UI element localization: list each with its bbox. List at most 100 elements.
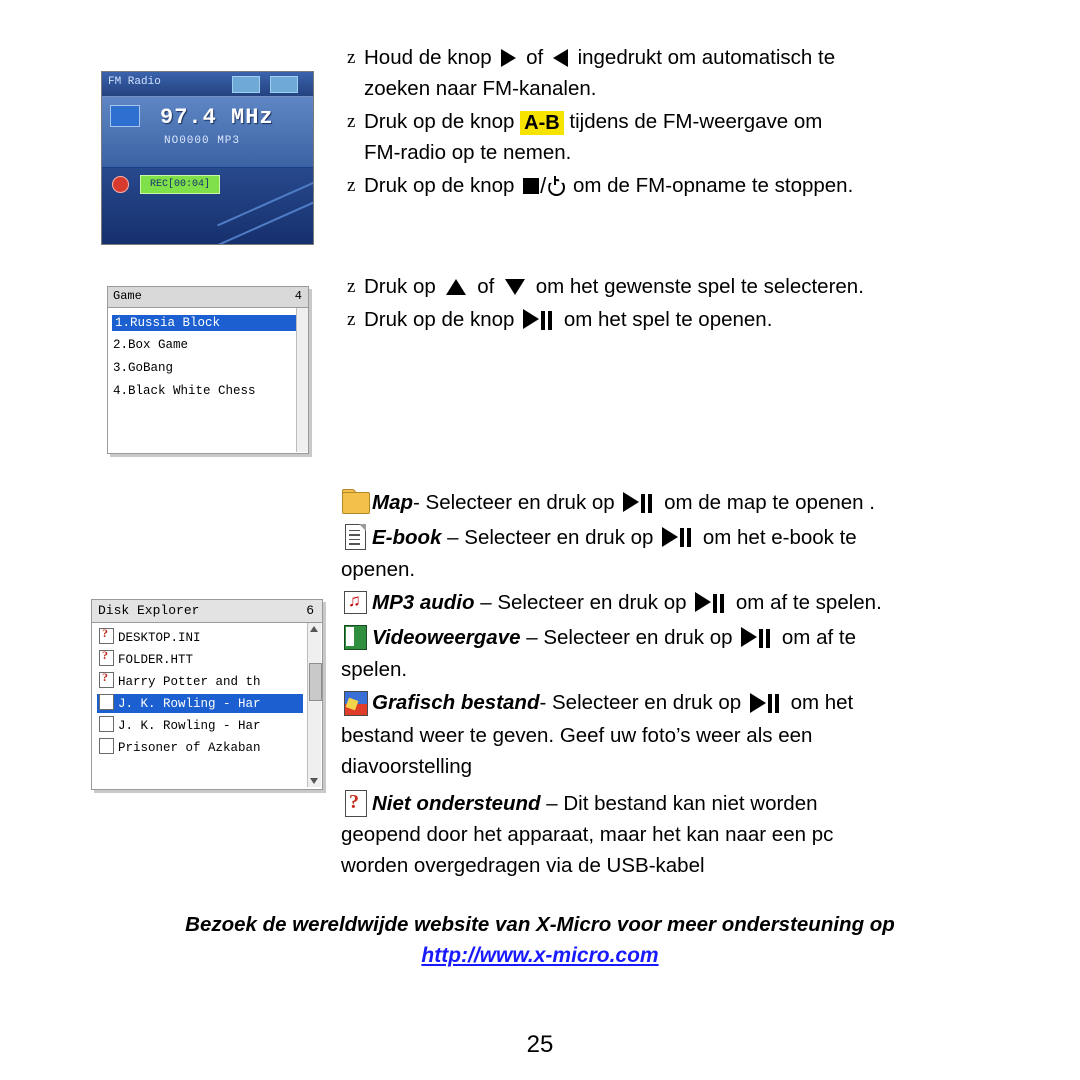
file-type-text-before: – Selecteer en druk op xyxy=(526,625,733,649)
game-scrollbar xyxy=(296,308,308,452)
slash-separator: / xyxy=(540,172,547,198)
play-pause-icon xyxy=(523,303,555,335)
game-list-item: 3.GoBang xyxy=(113,361,174,375)
scroll-thumb xyxy=(309,663,322,701)
file-type-line2: spelen. xyxy=(341,658,408,682)
disk-explorer-screenshot: Disk Explorer 6 DESKTOP.INI FOLDER.HTT H… xyxy=(91,599,323,790)
fm-bullet-1: z Houd de knop of ingedrukt om automatis… xyxy=(347,42,1037,104)
fm-bullet-2: z Druk op de knop A-B tijdens de FM-weer… xyxy=(347,106,1037,168)
fm-bullet-1-text: Houd de knop of ingedrukt om automatisch… xyxy=(364,42,835,104)
file-type-label: Niet ondersteund xyxy=(372,792,541,816)
disk-list-item: FOLDER.HTT xyxy=(99,648,193,669)
bullet-marker: z xyxy=(347,47,356,68)
file-type-text-before: – Dit bestand kan niet worden xyxy=(546,792,818,816)
disk-list-item: J. K. Rowling - Har xyxy=(99,716,261,735)
fm-status-box-1 xyxy=(232,76,260,93)
disk-item-label: J. K. Rowling - Har xyxy=(118,697,261,711)
file-type-ebook: E-book – Selecteer en druk op om het e-b… xyxy=(341,522,1041,586)
play-left-triangle-icon xyxy=(552,48,568,67)
fm-sub-label: NO0000 MP3 xyxy=(164,135,241,147)
file-type-label: E-book xyxy=(372,525,442,549)
bullet-marker: z xyxy=(347,276,356,297)
fm-title-bar: FM Radio xyxy=(102,72,313,97)
fm-b2-post: tijdens de FM-weergave om xyxy=(569,110,823,133)
mp3-audio-icon: ♫ xyxy=(341,588,370,615)
fm-decoration-line-1 xyxy=(217,171,313,227)
file-type-label: Grafisch bestand xyxy=(372,691,540,715)
file-type-label: Videoweergave xyxy=(372,625,521,649)
file-type-line2: openen. xyxy=(341,558,416,582)
disk-list-item: Harry Potter and th xyxy=(99,670,261,691)
fm-decoration-line-2 xyxy=(207,191,313,244)
fm-bullet-3: z Druk op de knop / om de FM-opname te s… xyxy=(347,170,1037,202)
page-number: 25 xyxy=(526,1031,554,1058)
fm-frequency: 97.4 MHz xyxy=(160,105,274,130)
file-type-line3: diavoorstelling xyxy=(341,755,473,779)
game-title-label: Game xyxy=(113,289,142,303)
game-list-item: 2.Box Game xyxy=(113,338,189,352)
fm-main-panel: 97.4 MHz NO0000 MP3 xyxy=(102,97,313,167)
ebook-icon xyxy=(341,523,370,550)
disk-title-label: Disk Explorer xyxy=(98,603,200,618)
footer-note: Bezoek de wereldwijde website van X-Micr… xyxy=(185,913,895,936)
file-type-text-after: om het xyxy=(790,691,854,715)
ab-key-icon: A-B xyxy=(520,110,564,135)
bullet-marker: z xyxy=(347,111,356,132)
play-pause-icon xyxy=(662,520,694,552)
file-type-text-before: - Selecteer en druk op xyxy=(539,691,742,715)
folder-icon xyxy=(341,488,370,515)
fm-band-icon xyxy=(110,105,140,127)
fm-title-label: FM Radio xyxy=(108,76,161,88)
game-b1-pre: Druk op xyxy=(364,275,436,298)
play-pause-icon xyxy=(749,686,782,718)
fm-b1-mid: of xyxy=(526,46,544,69)
disk-item-label: J. K. Rowling - Har xyxy=(118,719,261,733)
file-type-video: Videoweergave – Selecteer en druk op om … xyxy=(341,622,1041,686)
disk-list-item: Prisoner of Azkaban xyxy=(99,738,261,757)
file-type-legend: Map - Selecteer en druk op om de map te o… xyxy=(341,487,1041,883)
play-pause-icon xyxy=(741,620,773,652)
video-icon xyxy=(341,623,370,650)
up-triangle-icon xyxy=(446,278,467,295)
unsupported-file-icon xyxy=(99,648,114,666)
file-type-text-before: – Selecteer en druk op xyxy=(480,591,687,615)
game-title-bar: Game 4 xyxy=(108,287,308,308)
graphic-file-icon xyxy=(341,689,370,716)
game-list-item: 4.Black White Chess xyxy=(113,384,256,398)
game-bullet-2: z Druk op de knop om het spel te openen. xyxy=(347,304,1027,337)
disk-scrollbar xyxy=(307,623,322,787)
file-type-map: Map- Selecteer en druk op om de map te o… xyxy=(341,487,1041,520)
down-triangle-icon xyxy=(505,278,525,295)
fm-b3-pre: Druk op de knop xyxy=(364,174,515,197)
fm-b2-line2: FM-radio op te nemen. xyxy=(364,141,572,164)
file-type-text-before: – Selecteer en druk op xyxy=(447,525,654,549)
disk-item-label: Prisoner of Azkaban xyxy=(118,741,261,755)
play-pause-icon xyxy=(623,486,655,518)
stop-power-icon: / xyxy=(523,169,566,200)
play-right-triangle-icon xyxy=(501,48,517,67)
scroll-up-arrow-icon xyxy=(310,626,318,632)
fm-b3-post: om de FM-opname te stoppen. xyxy=(572,174,854,197)
fm-record-indicator xyxy=(112,176,129,193)
game-list-item: 1.Russia Block xyxy=(112,315,300,331)
unsupported-file-icon xyxy=(99,626,114,644)
fm-bullet-3-text: Druk op de knop / om de FM-opname te sto… xyxy=(364,170,853,202)
fm-b2-pre: Druk op de knop xyxy=(364,110,515,133)
website-link[interactable]: http://www.x-micro.com xyxy=(0,944,1080,968)
fm-b1-post: ingedrukt om automatisch te xyxy=(577,46,836,69)
game-b1-mid: of xyxy=(477,275,495,298)
fm-b1-pre: Houd de knop xyxy=(364,46,492,69)
fm-instructions: z Houd de knop of ingedrukt om automatis… xyxy=(347,42,1037,204)
file-type-text-after: om het e-book te xyxy=(702,525,857,549)
game-count-label: 4 xyxy=(294,289,302,303)
file-type-graphic: Grafisch bestand- Selecteer en druk op o… xyxy=(341,687,1041,782)
game-instructions: z Druk op of om het gewenste spel te sel… xyxy=(347,271,1027,339)
fm-status-box-2 xyxy=(270,76,298,93)
power-icon xyxy=(547,176,566,197)
game-b2-pre: Druk op de knop xyxy=(364,308,515,331)
file-type-text-after: om de map te openen . xyxy=(664,491,875,514)
disk-item-label: Harry Potter and th xyxy=(118,675,261,689)
file-type-line2: geopend door het apparaat, maar het kan … xyxy=(341,823,834,847)
file-type-label: Map xyxy=(372,491,413,514)
disk-title-bar: Disk Explorer 6 xyxy=(92,600,322,623)
